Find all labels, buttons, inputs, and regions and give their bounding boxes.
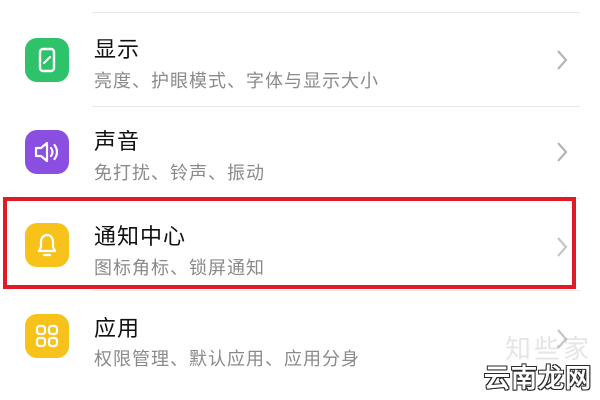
settings-item-subtitle: 权限管理、默认应用、应用分身 (94, 349, 360, 370)
chevron-right-icon (557, 329, 568, 349)
settings-item-title: 声音 (94, 130, 141, 155)
settings-item-subtitle: 亮度、护眼模式、字体与显示大小 (94, 71, 379, 92)
settings-item-title: 应用 (94, 317, 141, 342)
divider (92, 12, 580, 13)
speaker-icon (25, 130, 69, 174)
settings-item-subtitle: 免打扰、铃声、振动 (94, 163, 265, 184)
settings-item-notification-center[interactable]: 通知中心 图标角标、锁屏通知 (0, 199, 600, 291)
settings-list: 显示 亮度、护眼模式、字体与显示大小 声音 免打扰、铃声、振动 通知中心 图标角… (0, 0, 600, 400)
bell-icon (25, 223, 69, 267)
settings-item-title: 通知中心 (94, 225, 187, 250)
chevron-right-icon (557, 237, 568, 257)
chevron-right-icon (557, 142, 568, 162)
settings-item-sound[interactable]: 声音 免打扰、铃声、振动 (0, 107, 600, 199)
chevron-right-icon (557, 50, 568, 70)
settings-item-subtitle: 图标角标、锁屏通知 (94, 258, 265, 279)
settings-item-display[interactable]: 显示 亮度、护眼模式、字体与显示大小 (0, 15, 600, 107)
settings-item-apps[interactable]: 应用 权限管理、默认应用、应用分身 (0, 291, 600, 383)
apps-grid-icon (25, 314, 69, 358)
display-phone-icon (25, 38, 69, 82)
settings-item-title: 显示 (94, 38, 141, 63)
